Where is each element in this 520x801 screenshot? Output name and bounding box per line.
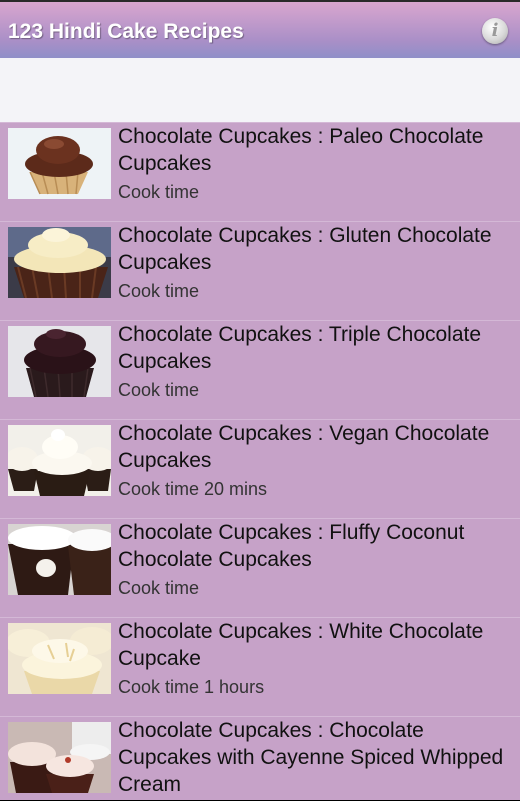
- cook-time: Cook time: [118, 578, 200, 598]
- recipe-list-item[interactable]: Chocolate Cupcakes : Fluffy Coconut Choc…: [0, 518, 520, 617]
- cook-time: Cook time 20 mins: [118, 479, 268, 499]
- recipe-list-item[interactable]: Chocolate Cupcakes : Vegan Chocolate Cup…: [0, 419, 520, 518]
- cook-time: Cook time: [118, 380, 200, 400]
- recipe-thumbnail: [8, 524, 111, 595]
- recipe-title: Chocolate Cupcakes : Paleo Chocolate Cup…: [118, 125, 484, 175]
- recipe-title: Chocolate Cupcakes : Fluffy Coconut Choc…: [118, 521, 465, 571]
- ad-banner-area: [0, 58, 520, 123]
- recipe-thumbnail: [8, 227, 111, 298]
- recipe-thumbnail: [8, 326, 111, 397]
- recipe-title: Chocolate Cupcakes : Vegan Chocolate Cup…: [118, 422, 490, 472]
- recipe-thumbnail: [8, 623, 111, 694]
- cook-time: Cook time 1 hours: [118, 677, 265, 697]
- recipe-title: Chocolate Cupcakes : Triple Chocolate Cu…: [118, 323, 482, 373]
- recipe-list-item[interactable]: Chocolate Cupcakes : White Chocolate Cup…: [0, 617, 520, 716]
- recipe-thumbnail: [8, 722, 111, 793]
- cook-time: Cook time: [118, 182, 200, 202]
- recipe-title: Chocolate Cupcakes : Gluten Chocolate Cu…: [118, 224, 492, 274]
- app-title: 123 Hindi Cake Recipes: [8, 20, 244, 43]
- recipe-thumbnail: [8, 128, 111, 199]
- app-title-bar: 123 Hindi Cake Recipes i: [0, 0, 520, 58]
- recipe-title: Chocolate Cupcakes : White Chocolate Cup…: [118, 620, 484, 670]
- recipe-list: Chocolate Cupcakes : Paleo Chocolate Cup…: [0, 122, 520, 800]
- recipe-thumbnail: [8, 425, 111, 496]
- recipe-list-item[interactable]: Chocolate Cupcakes : Triple Chocolate Cu…: [0, 320, 520, 419]
- recipe-list-item[interactable]: Chocolate Cupcakes : Chocolate Cupcakes …: [0, 716, 520, 800]
- recipe-list-item[interactable]: Chocolate Cupcakes : Gluten Chocolate Cu…: [0, 221, 520, 320]
- info-icon[interactable]: i: [482, 18, 508, 44]
- recipe-list-item[interactable]: Chocolate Cupcakes : Paleo Chocolate Cup…: [0, 122, 520, 221]
- recipe-title: Chocolate Cupcakes : Chocolate Cupcakes …: [118, 719, 504, 796]
- cook-time: Cook time: [118, 281, 200, 301]
